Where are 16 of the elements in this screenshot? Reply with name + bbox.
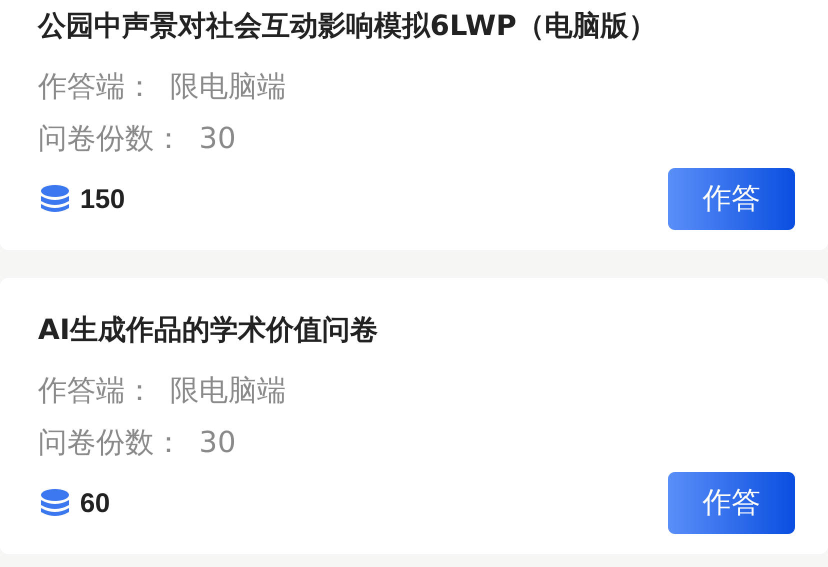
field-value: 30 [199, 424, 236, 461]
answer-button[interactable]: 作答 [668, 472, 795, 534]
coins-icon [38, 487, 72, 519]
field-value: 限电脑端 [170, 68, 286, 105]
points-value: 150 [80, 184, 126, 214]
survey-title: 公园中声景对社会互动影响模拟6LWP（电脑版） [38, 8, 658, 44]
field-label: 问卷份数： [38, 424, 183, 461]
field-label: 作答端： [38, 372, 154, 409]
field-value: 限电脑端 [170, 372, 286, 409]
survey-title: AI生成作品的学术价值问卷 [38, 312, 380, 348]
answer-button[interactable]: 作答 [668, 168, 795, 230]
points-value: 60 [80, 488, 110, 518]
coins-icon [38, 183, 72, 215]
field-label: 问卷份数： [38, 120, 183, 157]
field-label: 作答端： [38, 68, 154, 105]
field-value: 30 [199, 120, 236, 157]
